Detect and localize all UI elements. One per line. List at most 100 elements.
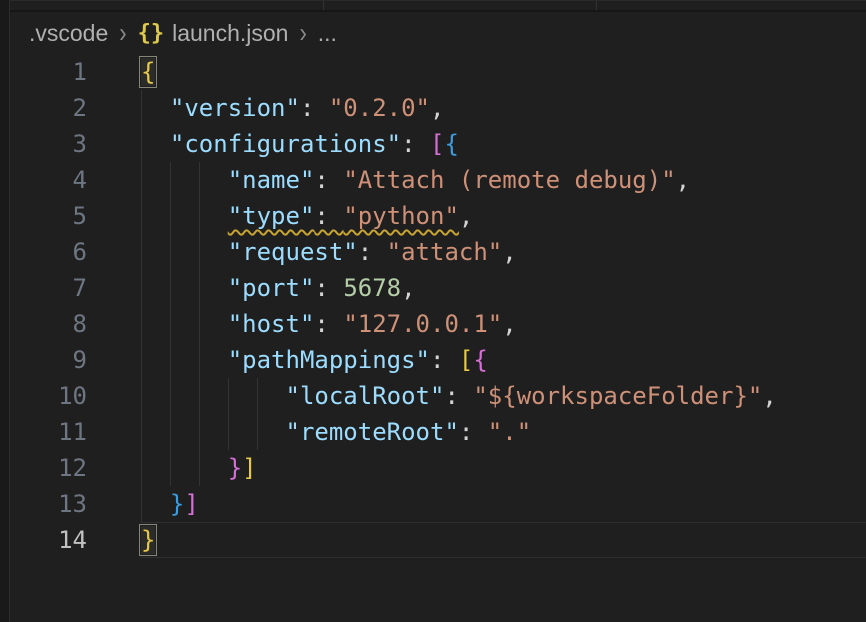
line-number[interactable]: 12 xyxy=(10,450,87,486)
code-line-content[interactable]: "type": "python", xyxy=(141,198,866,234)
indent-guide xyxy=(199,378,200,414)
code-line: 13 }] xyxy=(10,486,866,522)
line-number[interactable]: 1 xyxy=(10,54,87,90)
code-token xyxy=(141,310,228,338)
code-token: : xyxy=(401,130,430,158)
code-line-content[interactable]: "localRoot": "${workspaceFolder}", xyxy=(141,378,866,414)
indent-guide xyxy=(141,126,142,162)
indent-guide xyxy=(257,378,258,414)
code-token: "version" xyxy=(170,94,300,122)
code-token: "." xyxy=(488,418,531,446)
code-line-content[interactable]: { xyxy=(141,54,866,90)
code-line: 10 "localRoot": "${workspaceFolder}", xyxy=(10,378,866,414)
code-line-content[interactable]: "pathMappings": [{ xyxy=(141,342,866,378)
indent-guide xyxy=(257,414,258,450)
line-number[interactable]: 11 xyxy=(10,414,87,450)
breadcrumb-item-file[interactable]: {} launch.json xyxy=(138,20,289,47)
line-number[interactable]: 2 xyxy=(10,90,87,126)
code-line-content[interactable]: "port": 5678, xyxy=(141,270,866,306)
line-number[interactable]: 13 xyxy=(10,486,87,522)
code-token: "type" xyxy=(228,202,315,230)
code-token xyxy=(141,130,170,158)
breadcrumb: .vscode › {} launch.json › ... xyxy=(10,12,866,54)
line-number[interactable]: 9 xyxy=(10,342,87,378)
code-token: , xyxy=(762,382,776,410)
breadcrumb-item-folder[interactable]: .vscode xyxy=(29,20,108,47)
code-line-content[interactable]: "remoteRoot": "." xyxy=(141,414,866,450)
tab-segment[interactable] xyxy=(324,1,597,10)
vscode-editor-window: .vscode › {} launch.json › ... 1 {2 "vers… xyxy=(0,0,866,622)
code-token: : xyxy=(300,94,329,122)
indent-guide xyxy=(170,270,171,306)
tab-bar-bottom xyxy=(10,0,866,12)
code-token: , xyxy=(502,310,516,338)
indent-guide xyxy=(170,162,171,198)
indent-guide xyxy=(141,234,142,270)
code-token: , xyxy=(676,166,690,194)
bracket-match-token: { xyxy=(141,58,155,86)
code-token: } xyxy=(170,490,184,518)
code-token: : xyxy=(430,346,459,374)
indent-guide xyxy=(170,414,171,450)
indent-guide xyxy=(141,270,142,306)
tab-segment[interactable] xyxy=(10,1,324,10)
line-number[interactable]: 3 xyxy=(10,126,87,162)
code-token xyxy=(141,346,228,374)
code-lines[interactable]: 1{2 "version": "0.2.0",3 "configurations… xyxy=(10,54,866,622)
code-token: 5678 xyxy=(343,274,401,302)
code-token: , xyxy=(502,238,516,266)
code-line-content[interactable]: "name": "Attach (remote debug)", xyxy=(141,162,866,198)
code-token: [ xyxy=(459,346,473,374)
code-token xyxy=(141,382,286,410)
line-number[interactable]: 4 xyxy=(10,162,87,198)
editor-group: .vscode › {} launch.json › ... 1 {2 "vers… xyxy=(10,0,866,622)
indent-guide xyxy=(199,450,200,486)
indent-guide xyxy=(170,342,171,378)
code-line-content[interactable]: }] xyxy=(141,450,866,486)
code-line-content[interactable]: "configurations": [{ xyxy=(141,126,866,162)
indent-guide xyxy=(199,234,200,270)
code-token: : xyxy=(314,166,343,194)
code-token xyxy=(141,166,228,194)
indent-guide xyxy=(199,270,200,306)
code-line: 3 "configurations": [{ xyxy=(10,126,866,162)
indent-guide xyxy=(199,162,200,198)
chevron-right-icon: › xyxy=(299,17,306,50)
indent-guide xyxy=(228,378,229,414)
line-number[interactable]: 5 xyxy=(10,198,87,234)
code-token: "name" xyxy=(228,166,315,194)
code-token: "${workspaceFolder}" xyxy=(473,382,762,410)
breadcrumb-item-symbol[interactable]: ... xyxy=(318,20,337,47)
code-token: "attach" xyxy=(387,238,503,266)
indent-guide xyxy=(170,306,171,342)
code-token: "0.2.0" xyxy=(329,94,430,122)
code-token: , xyxy=(459,202,473,230)
code-token xyxy=(141,490,170,518)
line-number[interactable]: 10 xyxy=(10,378,87,414)
code-token: : xyxy=(314,274,343,302)
code-line-content[interactable]: "version": "0.2.0", xyxy=(141,90,866,126)
code-line: 9 "pathMappings": [{ xyxy=(10,342,866,378)
line-number[interactable]: 8 xyxy=(10,306,87,342)
indent-guide xyxy=(199,414,200,450)
code-token: , xyxy=(401,274,415,302)
code-line-content[interactable]: }] xyxy=(141,486,866,522)
code-line-content[interactable]: } xyxy=(141,522,866,558)
code-token: , xyxy=(430,94,444,122)
code-token: : xyxy=(314,202,343,230)
line-number[interactable]: 14 xyxy=(10,522,87,558)
code-token: ] xyxy=(184,490,198,518)
code-line-content[interactable]: "request": "attach", xyxy=(141,234,866,270)
indent-guide xyxy=(141,450,142,486)
indent-guide xyxy=(141,90,142,126)
line-number[interactable]: 6 xyxy=(10,234,87,270)
indent-guide xyxy=(141,306,142,342)
code-line: 5 "type": "python", xyxy=(10,198,866,234)
code-token: "localRoot" xyxy=(286,382,445,410)
line-number[interactable]: 7 xyxy=(10,270,87,306)
tab-segment[interactable] xyxy=(597,1,866,10)
indent-guide xyxy=(141,378,142,414)
code-token: ] xyxy=(242,454,256,482)
code-line-content[interactable]: "host": "127.0.0.1", xyxy=(141,306,866,342)
indent-guide xyxy=(199,306,200,342)
